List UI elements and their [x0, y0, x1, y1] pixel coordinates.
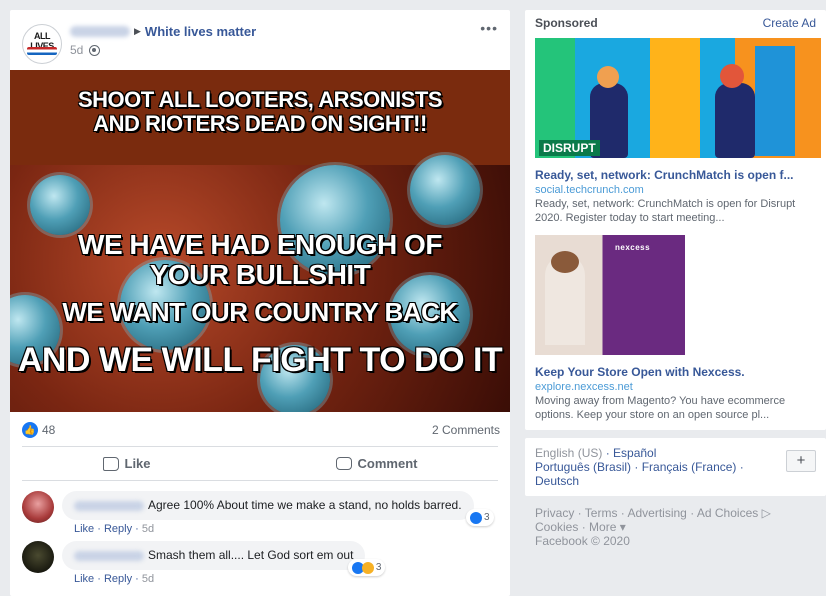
- comment-bubble: Smash them all.... Let God sort em out 3: [62, 541, 386, 576]
- comment-reply-link[interactable]: Reply: [104, 573, 132, 585]
- footer-link[interactable]: Cookies: [535, 520, 578, 534]
- comment-item: Agree 100% About time we make a stand, n…: [22, 491, 500, 535]
- footer-link[interactable]: Privacy: [535, 506, 574, 520]
- language-link[interactable]: Português (Brasil): [535, 460, 631, 474]
- post-header: ALL LIVES ▶ White lives matter 5d •••: [10, 10, 510, 70]
- comment-text: Agree 100% About time we make a stand, n…: [148, 498, 462, 512]
- comments-list: Agree 100% About time we make a stand, n…: [10, 481, 510, 585]
- more-options-icon[interactable]: •••: [480, 20, 498, 36]
- like-reaction-icon: [469, 511, 482, 524]
- group-avatar[interactable]: ALL LIVES: [22, 24, 62, 64]
- comment-like-link[interactable]: Like: [74, 523, 94, 535]
- meme-text-line-1: SHOOT ALL LOOTERS, ARSONISTS AND RIOTERS…: [77, 87, 443, 136]
- comment-text: Smash them all.... Let God sort em out: [148, 548, 354, 562]
- comment-time[interactable]: 5d: [142, 523, 154, 535]
- ad-illustration-head: [720, 64, 744, 88]
- commenter-avatar[interactable]: [22, 541, 54, 573]
- reaction-summary: 👍 48 2 Comments: [10, 412, 510, 446]
- ad-illustration-panel: [650, 38, 700, 158]
- ad-image-techcrunch[interactable]: DISRUPT: [535, 38, 821, 158]
- sponsored-label: Sponsored: [535, 16, 598, 30]
- post-card: ALL LIVES ▶ White lives matter 5d ••• SH…: [10, 10, 510, 596]
- comment-reaction-badge[interactable]: 3: [347, 559, 386, 576]
- comment-reaction-count: 3: [483, 512, 490, 523]
- nexcess-logo: nexcess: [615, 243, 651, 252]
- footer-link[interactable]: More: [589, 520, 616, 534]
- ad-illustration-door: [755, 46, 795, 156]
- language-link[interactable]: Deutsch: [535, 474, 579, 488]
- virus-graphic: [410, 155, 480, 225]
- post-actions: Like Comment: [10, 447, 510, 480]
- comment-button-label: Comment: [357, 456, 418, 471]
- comment-like-link[interactable]: Like: [74, 573, 94, 585]
- group-name-link[interactable]: White lives matter: [145, 24, 256, 39]
- ad-description: Moving away from Magento? You have ecomm…: [535, 395, 786, 421]
- thumbs-up-icon: [102, 456, 119, 471]
- haha-reaction-icon: [361, 561, 374, 574]
- comment-bubble-icon: [335, 457, 352, 470]
- like-count[interactable]: 👍 48: [22, 422, 55, 438]
- footer-links: Privacy · Terms · Advertising · Ad Choic…: [535, 506, 771, 548]
- ad-illustration-person: [715, 83, 755, 158]
- post-time[interactable]: 5d: [70, 43, 83, 57]
- comment-reaction-count: 3: [375, 562, 382, 573]
- meme-text-line-2: WE HAVE HAD ENOUGH OF YOUR BULLSHIT: [78, 229, 442, 290]
- comment-item: Smash them all.... Let God sort em out 3…: [22, 541, 500, 585]
- author-name-redacted[interactable]: [70, 26, 130, 37]
- sponsored-card: Sponsored Create Ad DISRUPT Ready, set, …: [525, 10, 826, 430]
- footer-link[interactable]: Terms: [585, 506, 618, 520]
- like-button[interactable]: Like: [102, 456, 151, 471]
- commenter-name-redacted[interactable]: [74, 550, 144, 561]
- meme-text-line-4: AND WE WILL FIGHT TO DO IT: [17, 341, 503, 379]
- footer-link[interactable]: Advertising: [627, 506, 686, 520]
- ad-illustration-head: [551, 251, 579, 273]
- comment-actions: Like · Reply · 5d: [74, 573, 155, 585]
- flag-band: [27, 47, 57, 55]
- comments-count-link[interactable]: 2 Comments: [432, 423, 500, 437]
- comment-body: Smash them all.... Let God sort em out 3…: [62, 541, 386, 585]
- footer-link[interactable]: Ad Choices ▷: [697, 506, 771, 520]
- comment-body: Agree 100% About time we make a stand, n…: [62, 491, 494, 535]
- comment-time[interactable]: 5d: [142, 573, 154, 585]
- like-count-value: 48: [42, 423, 56, 437]
- ad-image-nexcess[interactable]: nexcess: [535, 235, 685, 355]
- ad-domain[interactable]: social.techcrunch.com: [535, 184, 816, 196]
- comment-button[interactable]: Comment: [335, 456, 418, 471]
- language-link[interactable]: Español: [613, 446, 656, 460]
- ad-title[interactable]: Keep Your Store Open with Nexcess.: [535, 365, 816, 379]
- post-meta: 5d: [70, 43, 256, 57]
- comment-reply-link[interactable]: Reply: [104, 523, 132, 535]
- comment-actions: Like · Reply · 5d: [74, 523, 155, 535]
- disrupt-badge: DISRUPT: [539, 140, 600, 156]
- ad-domain[interactable]: explore.nexcess.net: [535, 381, 816, 393]
- arrow-right-icon: ▶: [134, 26, 141, 36]
- like-button-label: Like: [124, 456, 151, 471]
- language-link[interactable]: Français (France): [642, 460, 737, 474]
- language-links: English (US) · Español Português (Brasil…: [535, 446, 744, 488]
- audience-globe-icon[interactable]: [89, 44, 101, 56]
- commenter-avatar[interactable]: [22, 491, 54, 523]
- create-ad-link[interactable]: Create Ad: [763, 16, 816, 30]
- post-author-block: ▶ White lives matter 5d: [70, 24, 256, 57]
- copyright: Facebook © 2020: [535, 534, 630, 548]
- current-language: English (US): [535, 446, 603, 460]
- ad-description: Ready, set, network: CrunchMatch is open…: [535, 198, 796, 224]
- ad-title[interactable]: Ready, set, network: CrunchMatch is open…: [535, 168, 816, 182]
- meme-text-line-3: WE WANT OUR COUNTRY BACK: [62, 297, 458, 327]
- right-rail: Sponsored Create Ad DISRUPT Ready, set, …: [525, 10, 826, 548]
- ad-illustration-head: [597, 66, 619, 88]
- language-card: English (US) · Español Português (Brasil…: [525, 438, 826, 496]
- author-line: ▶ White lives matter: [70, 24, 256, 39]
- add-language-button[interactable]: +: [786, 450, 816, 472]
- sponsored-header: Sponsored Create Ad: [535, 16, 816, 30]
- commenter-name-redacted[interactable]: [74, 500, 144, 511]
- comment-bubble: Agree 100% About time we make a stand, n…: [62, 491, 494, 526]
- comment-reaction-badge[interactable]: 3: [465, 509, 494, 526]
- like-reaction-icon: 👍: [22, 422, 38, 438]
- virus-graphic: [30, 175, 90, 235]
- post-image[interactable]: SHOOT ALL LOOTERS, ARSONISTS AND RIOTERS…: [10, 70, 510, 412]
